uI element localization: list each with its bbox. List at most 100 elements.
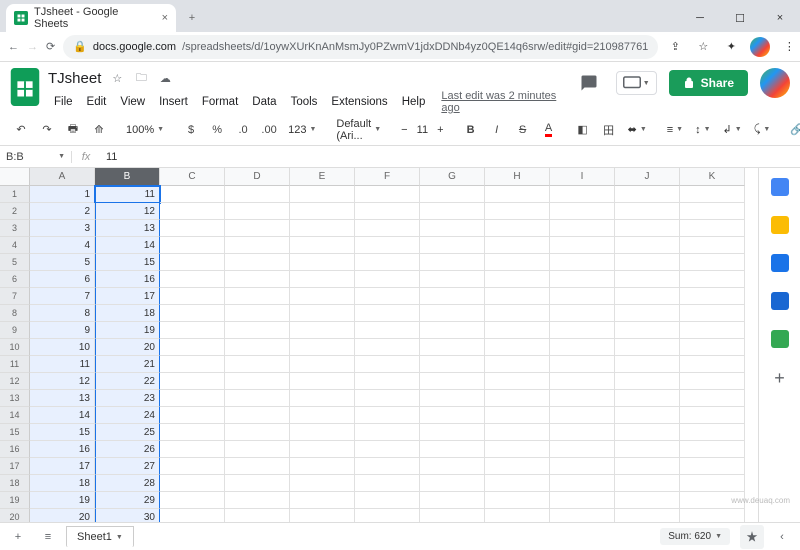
cell[interactable]: 17 (95, 288, 160, 305)
cell[interactable] (615, 254, 680, 271)
cell[interactable] (550, 390, 615, 407)
undo-button[interactable]: ↶ (10, 118, 32, 142)
cell[interactable] (615, 186, 680, 203)
cell[interactable] (225, 271, 290, 288)
cell[interactable] (225, 373, 290, 390)
row-header[interactable]: 7 (0, 288, 30, 305)
cell[interactable]: 13 (30, 390, 95, 407)
cell[interactable] (485, 322, 550, 339)
cell[interactable] (550, 441, 615, 458)
cell[interactable] (160, 339, 225, 356)
cell[interactable] (615, 203, 680, 220)
add-on-button[interactable]: + (774, 368, 785, 389)
new-tab-button[interactable]: + (180, 6, 204, 30)
cell[interactable]: 13 (95, 220, 160, 237)
cell[interactable] (160, 186, 225, 203)
cell[interactable] (225, 288, 290, 305)
cell[interactable] (290, 322, 355, 339)
cell[interactable] (160, 322, 225, 339)
cell[interactable] (290, 186, 355, 203)
cell[interactable] (550, 186, 615, 203)
cell[interactable] (615, 237, 680, 254)
formula-input[interactable]: 11 (100, 151, 800, 163)
cell[interactable] (355, 322, 420, 339)
cell[interactable] (680, 339, 745, 356)
calendar-icon[interactable] (771, 178, 789, 196)
cell[interactable] (355, 373, 420, 390)
column-header-H[interactable]: H (485, 168, 550, 186)
share-page-icon[interactable]: ⇪ (666, 38, 684, 56)
cell[interactable] (485, 424, 550, 441)
cell[interactable] (550, 254, 615, 271)
cell[interactable] (290, 339, 355, 356)
cell[interactable] (550, 237, 615, 254)
cell[interactable] (355, 237, 420, 254)
cell[interactable]: 3 (30, 220, 95, 237)
strikethrough-button[interactable]: S (512, 118, 534, 142)
column-header-C[interactable]: C (160, 168, 225, 186)
format-currency-button[interactable]: $ (180, 118, 202, 142)
cell[interactable] (485, 237, 550, 254)
cell[interactable] (680, 220, 745, 237)
cell[interactable] (680, 322, 745, 339)
cell[interactable] (615, 407, 680, 424)
column-header-B[interactable]: B (95, 168, 160, 186)
extensions-icon[interactable]: ✦ (722, 38, 740, 56)
selection-stats[interactable]: Sum: 620▼ (660, 528, 730, 545)
cell[interactable]: 4 (30, 237, 95, 254)
cell[interactable]: 20 (30, 509, 95, 522)
comment-history-icon[interactable] (574, 68, 604, 98)
cell[interactable] (680, 407, 745, 424)
cell[interactable] (225, 407, 290, 424)
cell[interactable] (160, 220, 225, 237)
row-header[interactable]: 19 (0, 492, 30, 509)
cell[interactable] (225, 492, 290, 509)
browser-menu-icon[interactable]: ⋮ (780, 38, 798, 56)
cell[interactable] (485, 390, 550, 407)
cell[interactable]: 19 (95, 322, 160, 339)
cell[interactable] (680, 288, 745, 305)
row-header[interactable]: 13 (0, 390, 30, 407)
column-header-J[interactable]: J (615, 168, 680, 186)
cell[interactable] (355, 492, 420, 509)
cell[interactable]: 10 (30, 339, 95, 356)
cell[interactable] (290, 271, 355, 288)
cell[interactable] (225, 424, 290, 441)
cell[interactable]: 29 (95, 492, 160, 509)
cell[interactable] (485, 271, 550, 288)
cell[interactable] (615, 373, 680, 390)
cell[interactable] (225, 441, 290, 458)
row-header[interactable]: 15 (0, 424, 30, 441)
cell[interactable] (290, 305, 355, 322)
cell[interactable] (680, 271, 745, 288)
menu-extensions[interactable]: Extensions (325, 94, 393, 110)
cell[interactable] (290, 424, 355, 441)
cell[interactable] (290, 288, 355, 305)
cell[interactable]: 16 (95, 271, 160, 288)
cell[interactable] (355, 254, 420, 271)
cell[interactable] (550, 203, 615, 220)
cell[interactable] (680, 356, 745, 373)
more-formats-button[interactable]: 123▼ (284, 124, 320, 136)
cell[interactable] (615, 441, 680, 458)
cell[interactable] (420, 458, 485, 475)
cell[interactable] (160, 458, 225, 475)
cell[interactable]: 19 (30, 492, 95, 509)
cell[interactable] (550, 458, 615, 475)
column-header-I[interactable]: I (550, 168, 615, 186)
cell[interactable] (550, 509, 615, 522)
cell[interactable] (680, 203, 745, 220)
move-icon[interactable]: 🗀 (133, 70, 149, 86)
cell[interactable] (485, 186, 550, 203)
h-align-button[interactable]: ≡▼ (663, 124, 687, 136)
font-select[interactable]: Default (Ari...▼ (332, 118, 385, 142)
cell[interactable] (225, 390, 290, 407)
cell[interactable] (420, 390, 485, 407)
format-percent-button[interactable]: % (206, 118, 228, 142)
cell[interactable] (420, 441, 485, 458)
cell[interactable] (355, 305, 420, 322)
cell[interactable] (290, 441, 355, 458)
cell[interactable] (420, 492, 485, 509)
cell[interactable]: 23 (95, 390, 160, 407)
cell[interactable] (225, 237, 290, 254)
